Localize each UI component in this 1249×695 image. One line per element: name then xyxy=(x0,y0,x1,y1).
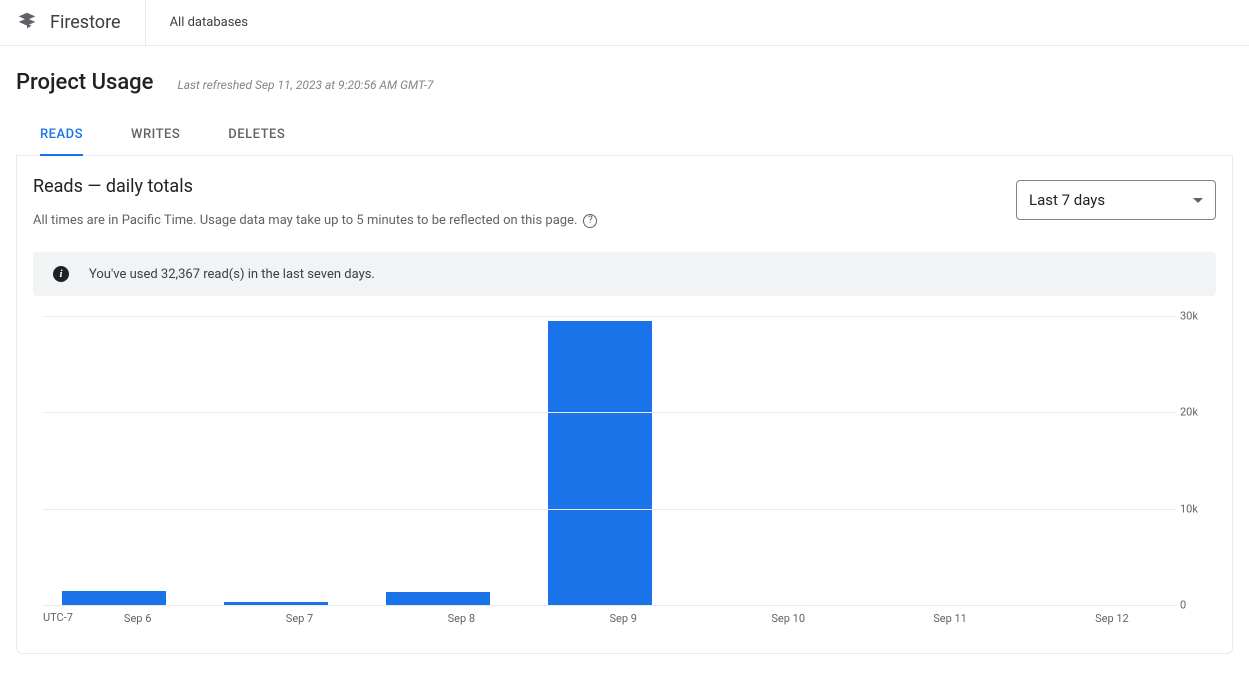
chart-bar-slot xyxy=(1014,316,1176,605)
chart-bar-slot xyxy=(43,316,205,605)
chart-ytick-label: 10k xyxy=(1180,502,1210,515)
card-header-left: Reads — daily totals All times are in Pa… xyxy=(33,176,597,252)
chart-xticks: Sep 6Sep 7Sep 8Sep 9Sep 10Sep 11Sep 12 xyxy=(43,606,1216,625)
chart-xtick-label: Sep 8 xyxy=(448,606,610,625)
card-note-text: All times are in Pacific Time. Usage dat… xyxy=(33,213,577,228)
chart-gridline xyxy=(43,316,1176,317)
top-bar: Firestore All databases xyxy=(0,0,1249,46)
card-header: Reads — daily totals All times are in Pa… xyxy=(33,176,1216,252)
usage-card: Reads — daily totals All times are in Pa… xyxy=(16,156,1233,654)
chart-xtick-label: Sep 7 xyxy=(286,606,448,625)
page-title: Project Usage xyxy=(16,70,153,95)
chart-bar-slot xyxy=(205,316,367,605)
time-range-select[interactable]: Last 7 days xyxy=(1016,180,1216,220)
chart-gridline xyxy=(43,509,1176,510)
card-title: Reads — daily totals xyxy=(33,176,597,197)
chart-xtick-label: Sep 10 xyxy=(771,606,933,625)
chart-xtick-label: Sep 11 xyxy=(933,606,1095,625)
page-body: Project Usage Last refreshed Sep 11, 202… xyxy=(0,46,1249,654)
chart-bar-slot xyxy=(690,316,852,605)
chart-xtick-label: Sep 6 xyxy=(124,606,286,625)
time-range-label: Last 7 days xyxy=(1029,191,1105,209)
chart: 010k20k30k UTC-7 xyxy=(33,316,1216,606)
title-row: Project Usage Last refreshed Sep 11, 202… xyxy=(16,70,1233,95)
chart-xaxis-tz-label: UTC-7 xyxy=(43,611,73,624)
chart-ytick-label: 20k xyxy=(1180,406,1210,419)
chart-bar-slot xyxy=(852,316,1014,605)
usage-summary-text: You've used 32,367 read(s) in the last s… xyxy=(89,267,375,282)
database-scope[interactable]: All databases xyxy=(146,15,248,30)
chart-xtick-label: Sep 12 xyxy=(1095,606,1249,625)
chart-bar-slot xyxy=(529,316,691,605)
chart-ytick-label: 30k xyxy=(1180,310,1210,323)
chart-bars xyxy=(43,316,1176,605)
product-logo-block: Firestore xyxy=(16,0,146,45)
tab-deletes[interactable]: Deletes xyxy=(228,115,285,156)
chart-xtick-label: Sep 9 xyxy=(610,606,772,625)
tab-writes[interactable]: Writes xyxy=(131,115,180,156)
chart-bar[interactable] xyxy=(386,592,490,605)
chart-gridline xyxy=(43,412,1176,413)
tab-reads[interactable]: Reads xyxy=(40,115,83,156)
last-refreshed-text: Last refreshed Sep 11, 2023 at 9:20:56 A… xyxy=(177,78,433,92)
dropdown-caret-icon xyxy=(1193,198,1203,203)
chart-yaxis-space xyxy=(1176,316,1216,606)
firestore-logo-icon xyxy=(16,10,38,36)
product-name: Firestore xyxy=(50,12,121,33)
chart-plot-area: 010k20k30k xyxy=(43,316,1176,606)
help-icon[interactable]: ? xyxy=(583,214,597,228)
chart-bar-slot xyxy=(367,316,529,605)
chart-bar[interactable] xyxy=(548,321,652,605)
tabs: Reads Writes Deletes xyxy=(16,115,1233,156)
usage-summary-banner: i You've used 32,367 read(s) in the last… xyxy=(33,252,1216,296)
info-icon: i xyxy=(53,266,69,282)
card-note-row: All times are in Pacific Time. Usage dat… xyxy=(33,213,597,228)
chart-bar[interactable] xyxy=(62,591,166,605)
